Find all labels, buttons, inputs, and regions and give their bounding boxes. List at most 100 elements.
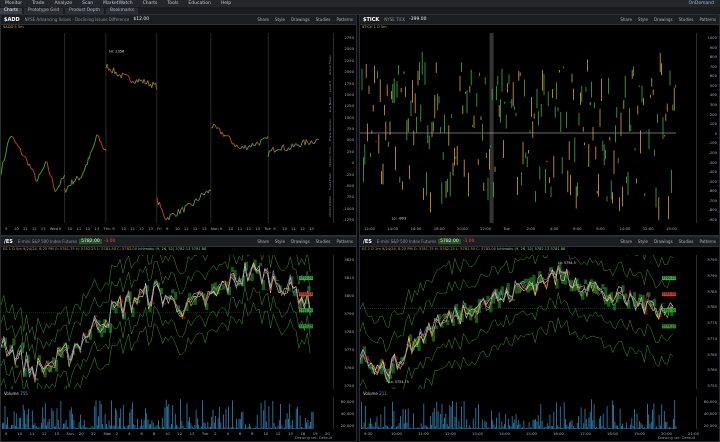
ondemand-button[interactable]: OnDemand — [689, 1, 720, 6]
volume-bar — [585, 419, 587, 429]
share-button[interactable]: Share — [254, 239, 272, 244]
y-tick-label: 2000 — [344, 69, 354, 75]
y-tick-label: 1250 — [344, 103, 354, 109]
drawings-button[interactable]: Drawings — [288, 239, 313, 244]
style-button[interactable]: Style — [272, 17, 288, 22]
x-tick-label: 4 — [226, 431, 229, 436]
volume-bar — [572, 425, 574, 429]
menu-monitor[interactable]: Monitor — [0, 1, 27, 6]
add-line-segment — [163, 215, 166, 219]
x-tick-label: 10 — [165, 431, 170, 436]
studies-button[interactable]: Studies — [313, 17, 334, 22]
share-button[interactable]: Share — [617, 17, 635, 22]
volume-bar — [576, 423, 578, 429]
menu-education[interactable]: Education — [183, 1, 215, 6]
volume-bar — [225, 408, 227, 429]
x-tick-label: 11 — [22, 226, 28, 231]
drawing-set-label[interactable]: Drawing set: Default — [295, 436, 332, 440]
chart-panel-tick[interactable]: $TICK NYSE TICK -399.00 Share Style Drawin… — [359, 14, 720, 236]
es-1m-chart-plot[interactable]: 5790.25 5785.00 5782.00 5776.25 Hi: 5794.5 Lo… — [360, 255, 698, 389]
volume-bar — [361, 402, 362, 429]
side-tab-option-mobile[interactable]: Option Mobile — [328, 196, 332, 217]
symbol-field[interactable]: $TICK — [360, 17, 382, 23]
volume-bar — [364, 405, 366, 429]
volume-bar — [299, 415, 301, 429]
volume-bar — [249, 423, 250, 429]
tab-bookmarks[interactable]: Bookmarks — [105, 7, 138, 14]
add-chart-plot[interactable]: Hi: 2358Lo: -1295 — [1, 33, 319, 223]
menu-tools[interactable]: Tools — [162, 1, 183, 6]
side-tab-phase-scanner[interactable]: Phase Scanner — [328, 119, 332, 141]
add-line-segment — [83, 167, 86, 171]
style-button[interactable]: Style — [635, 17, 651, 22]
patterns-button[interactable]: Patterns — [697, 17, 719, 22]
menu-help[interactable]: Help — [216, 1, 236, 6]
add-line-segment — [49, 175, 53, 178]
es-5m-chart-plot[interactable]: 5792.25 5785.75 5782.00 5773.25 — [1, 255, 335, 389]
volume-bar — [493, 424, 495, 429]
add-line-segment — [76, 175, 79, 179]
volume-bar — [396, 426, 397, 429]
volume-bar — [467, 427, 469, 429]
side-tab-options-time[interactable]: Options Time — [328, 147, 332, 167]
side-tab-active-trader[interactable]: Active Trader — [328, 55, 332, 75]
patterns-button[interactable]: Patterns — [697, 239, 719, 244]
studies-button[interactable]: Studies — [676, 239, 697, 244]
chart-panel-es-1m[interactable]: /ES E-mini S&P 500 Index Futures 5782.00… — [359, 236, 720, 442]
chart-panel-add[interactable]: $ADD NYSE Advancing Issues - Declining I… — [0, 14, 357, 236]
es-1m-volume-plot[interactable] — [360, 397, 698, 429]
drawing-set-label[interactable]: Drawing set: Default — [658, 436, 695, 440]
studies-button[interactable]: Studies — [313, 239, 334, 244]
add-line-segment — [145, 83, 147, 85]
symbol-field[interactable]: $ADD — [1, 17, 23, 23]
chart-panel-es-5m[interactable]: /ES E-mini S&P 500 Index Futures 5782.00… — [0, 236, 357, 442]
tab-charts[interactable]: Charts — [0, 7, 23, 14]
volume-bar — [501, 421, 503, 429]
y-tick-label: 300 — [709, 102, 717, 108]
tick-chart-plot[interactable]: Lo: -803 — [360, 33, 676, 223]
side-tab-trade-flash[interactable]: Trade Flash — [328, 173, 332, 190]
side-tab-live-news[interactable]: Live News — [328, 97, 332, 112]
drawings-button[interactable]: Drawings — [288, 17, 313, 22]
patterns-button[interactable]: Patterns — [334, 239, 356, 244]
menu-charts[interactable]: Charts — [138, 1, 163, 6]
share-button[interactable]: Share — [254, 17, 272, 22]
menu-scan[interactable]: Scan — [77, 1, 98, 6]
style-button[interactable]: Style — [272, 239, 288, 244]
symbol-field[interactable]: /ES — [360, 239, 375, 245]
symbol-field[interactable]: /ES — [1, 239, 16, 245]
session-shade — [489, 33, 494, 223]
volume-bar — [215, 416, 216, 429]
share-button[interactable]: Share — [617, 239, 635, 244]
menu-trade[interactable]: Trade — [27, 1, 49, 6]
volume-bar — [63, 423, 64, 429]
side-tab-level-ii[interactable]: Level II — [328, 81, 332, 92]
volume-bar — [390, 426, 392, 429]
menu-marketwatch[interactable]: MarketWatch — [98, 1, 137, 6]
volume-bar — [489, 427, 491, 429]
studies-button[interactable]: Studies — [676, 17, 697, 22]
drawings-button[interactable]: Drawings — [651, 239, 676, 244]
x-tick-label: 8:00 — [596, 226, 605, 231]
x-tick-label: Tue — [264, 226, 271, 231]
patterns-button[interactable]: Patterns — [334, 17, 356, 22]
tab-prototype-grid[interactable]: Prototype Grid — [24, 7, 64, 14]
volume-bar — [250, 426, 252, 429]
tab-product-depth[interactable]: Product Depth — [65, 7, 104, 14]
menu-analyze[interactable]: Analyze — [49, 1, 77, 6]
volume-bar — [28, 408, 29, 429]
volume-bar — [18, 417, 20, 429]
es-5m-volume-plot[interactable] — [1, 397, 335, 429]
drawings-button[interactable]: Drawings — [651, 17, 676, 22]
x-tick-label: 13 — [94, 226, 100, 231]
volume-bar — [291, 419, 293, 429]
style-button[interactable]: Style — [635, 239, 651, 244]
volume-bar — [437, 411, 439, 429]
volume-bar — [537, 415, 539, 429]
volume-bar — [15, 425, 16, 429]
volume-bar — [194, 425, 196, 429]
volume-bar — [583, 423, 585, 429]
kumo-cloud-slice — [205, 302, 209, 311]
volume-bar — [403, 423, 405, 429]
volume-bar — [90, 427, 92, 429]
